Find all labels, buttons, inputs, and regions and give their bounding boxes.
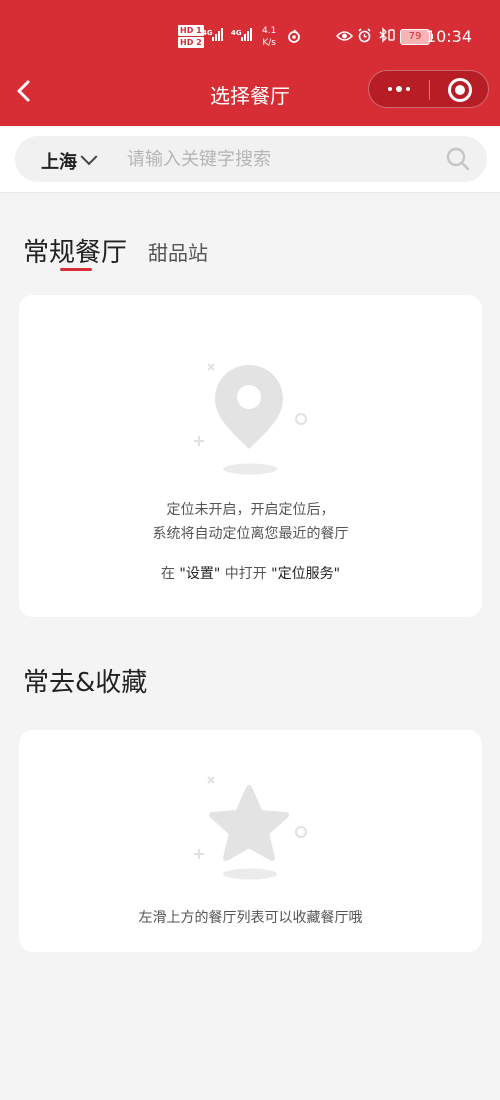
- eye-comfort-icon: [336, 31, 353, 41]
- alarm-icon: [358, 28, 371, 43]
- search-input[interactable]: [127, 136, 427, 182]
- location-pin-icon: [194, 363, 307, 475]
- speed-value: 4.1: [262, 26, 277, 36]
- active-tab-indicator: [60, 268, 92, 271]
- favorites-card: 左滑上方的餐厅列表可以收藏餐厅哦: [19, 730, 482, 952]
- search-bar: 上海: [15, 136, 487, 182]
- city-name: 上海: [41, 152, 77, 173]
- favorites-title: 常去&收藏: [23, 668, 148, 698]
- target-close-icon[interactable]: [448, 78, 472, 102]
- hint-settings: "设置": [179, 566, 221, 582]
- miniapp-capsule: [368, 70, 489, 108]
- capsule-divider: [429, 80, 430, 100]
- location-settings-hint: 在 "设置" 中打开 "定位服务": [19, 562, 482, 586]
- restaurant-type-tabs: 常规餐厅 甜品站: [0, 232, 500, 272]
- clock: 10:34: [425, 27, 472, 46]
- star-icon: [194, 776, 307, 880]
- status-bar: HD 1 HD 2 4G 4G 4.1 K/s 79 10:34: [0, 20, 500, 54]
- network-speed: 4.1 K/s: [262, 25, 276, 49]
- speed-unit: K/s: [262, 38, 276, 48]
- location-message-line1: 定位未开启，开启定位后，: [166, 502, 335, 518]
- navigation-bar: 选择餐厅: [0, 68, 500, 116]
- tab-dessert-station[interactable]: 甜品站: [148, 237, 208, 266]
- hd-badge-1: HD 1: [178, 25, 204, 36]
- search-area: 上海: [0, 126, 500, 193]
- location-disabled-card: 定位未开启，开启定位后， 系统将自动定位离您最近的餐厅 在 "设置" 中打开 "…: [19, 295, 482, 617]
- search-icon[interactable]: [445, 146, 471, 172]
- signal-bars-1-icon: [212, 28, 223, 41]
- hotspot-icon: [288, 29, 300, 43]
- location-message-line2: 系统将自动定位离您最近的餐厅: [152, 526, 349, 542]
- app-header: HD 1 HD 2 4G 4G 4.1 K/s 79 10:34 选择餐厅: [0, 0, 500, 126]
- bluetooth-vibrate-icon: [379, 27, 395, 43]
- hd-badge-2: HD 2: [178, 37, 204, 48]
- more-dots-icon[interactable]: [383, 81, 415, 97]
- city-selector[interactable]: 上海: [41, 148, 98, 174]
- hint-middle: 中打开: [224, 566, 267, 582]
- hd-badges: HD 1 HD 2: [178, 25, 204, 49]
- hint-prefix: 在: [160, 566, 175, 582]
- favorites-empty-text: 左滑上方的餐厅列表可以收藏餐厅哦: [138, 910, 363, 926]
- tab-regular-restaurant[interactable]: 常规餐厅: [23, 232, 127, 269]
- chevron-down-icon: [80, 148, 98, 166]
- hint-location-service: "定位服务": [271, 566, 341, 582]
- signal-bars-2-icon: [241, 28, 252, 41]
